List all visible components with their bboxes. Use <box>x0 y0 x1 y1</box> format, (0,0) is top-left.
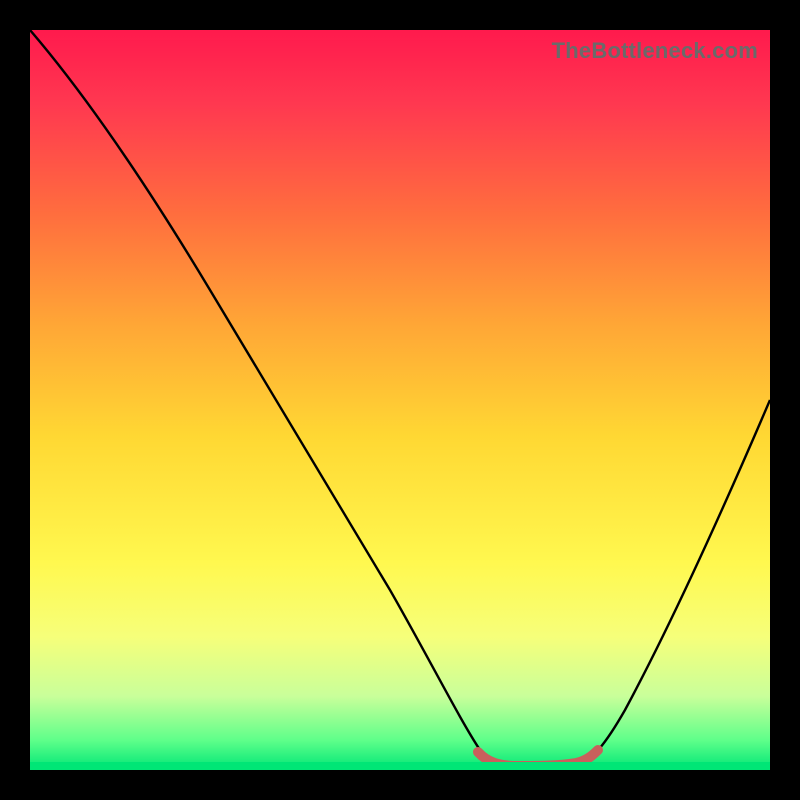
bottleneck-curve-line <box>30 30 770 768</box>
plot-area: TheBottleneck.com <box>30 30 770 770</box>
chart-frame: TheBottleneck.com <box>0 0 800 800</box>
curve-svg <box>30 30 770 770</box>
green-bottom-bar <box>30 762 770 770</box>
